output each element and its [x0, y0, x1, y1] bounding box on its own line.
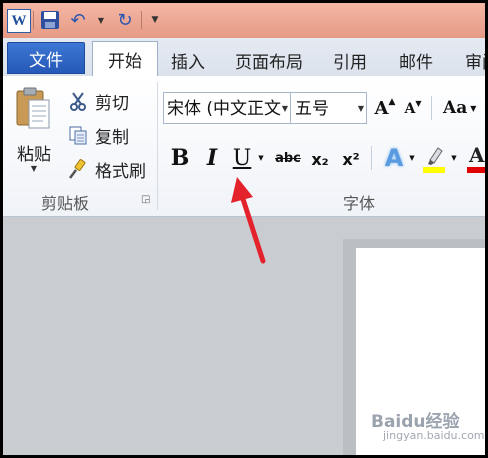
highlight-button[interactable] [421, 142, 447, 174]
font-name-select[interactable]: 宋体 (中文正文 ▼ [163, 92, 291, 124]
arrow-down-icon: ▼ [415, 98, 422, 108]
copy-label: 复制 [95, 127, 129, 148]
word-icon[interactable]: W [7, 9, 31, 33]
tab-home[interactable]: 开始 [92, 41, 158, 77]
text-effects-icon: A [384, 144, 404, 172]
chevron-down-icon[interactable]: ▼ [358, 93, 364, 125]
arrow-up-icon: ▲ [388, 97, 396, 107]
highlighter-icon [423, 147, 445, 173]
redo-icon[interactable]: ↻ [115, 9, 135, 31]
ribbon-tabs: 文件 开始 插入 页面布局 引用 邮件 审阅 [3, 38, 485, 77]
chevron-down-icon[interactable]: ▼ [256, 150, 266, 166]
font-color-button[interactable]: A [465, 142, 485, 174]
shrink-font-button[interactable]: A ▼ [402, 96, 424, 122]
title-bar: W ↶ ▼ ↻ ▼ [3, 3, 485, 38]
format-painter-label: 格式刷 [95, 161, 146, 182]
superscript-button[interactable]: x² [337, 146, 365, 172]
separator [33, 11, 34, 29]
underline-button[interactable]: U [231, 144, 253, 172]
clipboard-group-label: 剪贴板 [41, 194, 90, 213]
undo-icon[interactable]: ↶ [69, 9, 87, 31]
watermark-url: jingyan.baidu.com [383, 429, 485, 442]
svg-text:A: A [468, 143, 485, 167]
tab-review[interactable]: 审阅 [465, 48, 485, 73]
chevron-down-icon[interactable]: ▼ [11, 164, 57, 173]
paste-button[interactable]: 粘贴 ▼ [11, 82, 57, 178]
copy-button[interactable]: 复制 [67, 122, 129, 148]
change-case-icon: Aa [443, 98, 468, 118]
font-color-icon: A [467, 143, 485, 173]
paste-icon [16, 87, 50, 129]
italic-button[interactable]: I [201, 144, 223, 172]
font-name-value: 宋体 (中文正文 [167, 99, 282, 119]
undo-dropdown-icon[interactable]: ▼ [96, 9, 106, 31]
tab-page-layout[interactable]: 页面布局 [235, 48, 303, 73]
grow-font-icon: A [374, 97, 389, 119]
cut-button[interactable]: 剪切 [67, 88, 129, 114]
dialog-launcher-icon[interactable]: ◲ [141, 194, 150, 205]
subscript-button[interactable]: x₂ [306, 146, 334, 172]
tab-references[interactable]: 引用 [333, 48, 367, 73]
font-size-value: 五号 [295, 99, 329, 119]
ribbon-home: 粘贴 ▼ 剪切 复制 格式刷 剪贴板 ◲ 宋体 (中文正文 ▼ 五号 ▼ A ▲… [3, 76, 485, 217]
strikethrough-button[interactable]: abc [273, 146, 303, 170]
separator [371, 146, 372, 170]
save-icon[interactable] [39, 9, 61, 31]
font-size-select[interactable]: 五号 ▼ [291, 92, 367, 124]
chevron-down-icon: ▼ [470, 103, 477, 113]
copy-icon [67, 124, 89, 146]
customize-icon[interactable]: ▼ [149, 9, 161, 31]
format-painter-icon [67, 158, 89, 180]
bold-button[interactable]: B [169, 144, 191, 172]
cut-label: 剪切 [95, 93, 129, 114]
shrink-font-icon: A [404, 101, 416, 117]
group-separator [157, 82, 158, 210]
tab-mailings[interactable]: 邮件 [399, 48, 433, 73]
word-window: W ↶ ▼ ↻ ▼ 文件 开始 插入 页面布局 引用 邮件 审阅 [3, 3, 485, 455]
separator [431, 96, 432, 120]
text-effects-button[interactable]: A [381, 144, 407, 172]
font-group-label: 字体 [343, 194, 376, 213]
format-painter-button[interactable]: 格式刷 [67, 156, 146, 182]
grow-font-button[interactable]: A ▲ [373, 94, 397, 122]
separator [141, 11, 142, 29]
chevron-down-icon[interactable]: ▼ [407, 150, 417, 166]
scissors-icon [67, 90, 89, 112]
tab-insert[interactable]: 插入 [171, 48, 205, 73]
change-case-button[interactable]: Aa ▼ [443, 94, 483, 122]
paste-label: 粘贴 [17, 145, 51, 165]
chevron-down-icon[interactable]: ▼ [449, 150, 459, 166]
chevron-down-icon[interactable]: ▼ [282, 93, 288, 123]
tab-file[interactable]: 文件 [7, 42, 85, 74]
